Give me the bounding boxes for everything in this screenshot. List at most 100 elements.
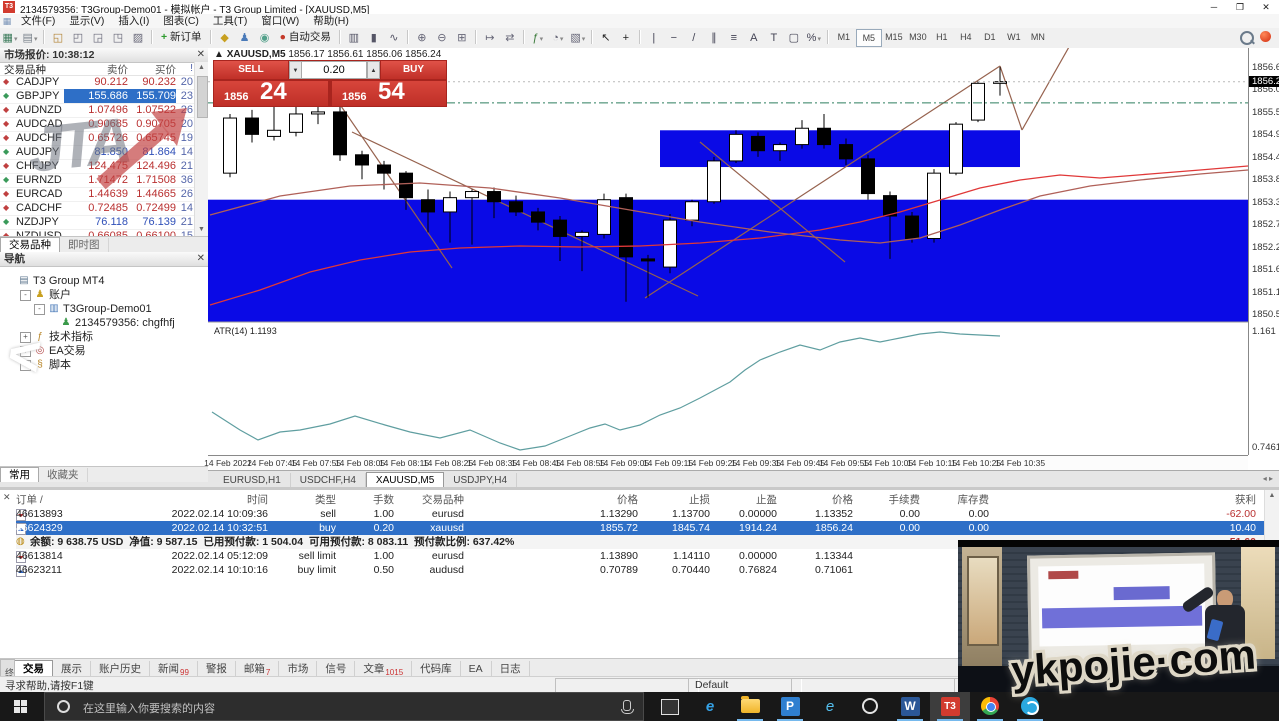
menu-item-3[interactable]: 图表(C) <box>156 14 206 28</box>
market-watch-row-GBPJPY[interactable]: ◆GBPJPY155.686155.70923 <box>0 89 194 104</box>
horizontal-line-button[interactable]: − <box>664 29 684 47</box>
signals-button[interactable]: ◉ <box>255 29 275 47</box>
terminal-tab-代码库[interactable]: 代码库 <box>412 661 461 677</box>
timeframe-MN[interactable]: MN <box>1026 29 1050 45</box>
market-watch-row-CADCHF[interactable]: ◆CADCHF0.724850.7249914 <box>0 201 194 216</box>
price-chart[interactable]: ATR(14) 1.1193 <box>208 48 1248 455</box>
order-row-46613893[interactable]: 466138932022.02.14 10:09:36sell1.00eurus… <box>16 507 1278 521</box>
taskbar-app-task-view[interactable] <box>650 692 690 721</box>
volume-input[interactable]: 0.20 <box>301 61 367 79</box>
terminal-tab-EA[interactable]: EA <box>461 661 492 677</box>
nav-item-1[interactable]: -♟账户 <box>20 288 71 302</box>
trendline-button[interactable]: / <box>684 29 704 47</box>
notification-icon[interactable] <box>1260 31 1271 42</box>
market-watch-row-AUDCAD[interactable]: ◆AUDCAD0.906850.9070520 <box>0 117 194 132</box>
terminal-tab-交易[interactable]: 交易 <box>14 660 53 677</box>
cursor-button[interactable]: ↖ <box>596 29 616 47</box>
templates-button[interactable]: ▧ <box>568 29 588 47</box>
expander-icon[interactable]: - <box>34 304 45 315</box>
taskbar-search[interactable]: 在这里输入你要搜索的内容 <box>44 692 644 721</box>
terminal-tab-文章[interactable]: 文章1015 <box>355 661 412 677</box>
chart-area[interactable]: ▲ XAUUSD,M5 1856.17 1856.61 1856.06 1856… <box>208 48 1279 470</box>
market-watch-close-icon[interactable]: ✕ <box>197 48 205 62</box>
chart-tab-EURUSD-H1[interactable]: EURUSD,H1 <box>214 473 291 488</box>
navigator-close-icon[interactable]: ✕ <box>197 252 205 266</box>
chart-shift-button[interactable]: ⇄ <box>500 29 520 47</box>
profiles-button[interactable]: ▤ <box>20 29 40 47</box>
text-button[interactable]: A <box>744 29 764 47</box>
status-profile[interactable]: Default <box>688 678 802 693</box>
navigator-tab-1[interactable]: 收藏夹 <box>39 468 88 482</box>
menu-item-5[interactable]: 窗口(W) <box>254 14 306 28</box>
market-watch-row-NZDJPY[interactable]: ◆NZDJPY76.11876.13921 <box>0 215 194 230</box>
arrows-button[interactable]: % <box>804 29 824 47</box>
menu-item-2[interactable]: 插入(I) <box>111 14 156 28</box>
market-watch-row-EURCAD[interactable]: ◆EURCAD1.446391.4466526 <box>0 187 194 202</box>
periods-button[interactable]: ◔ <box>548 29 568 47</box>
terminal-tab-警报[interactable]: 警报 <box>198 661 236 677</box>
new-order-button[interactable]: + 新订单 <box>157 29 206 45</box>
crosshair-button[interactable]: + <box>616 29 636 47</box>
market-watch-tab-1[interactable]: 即时图 <box>60 238 109 252</box>
market-watch-row-AUDCHF[interactable]: ◆AUDCHF0.657260.6574519 <box>0 131 194 146</box>
order-row-46624329[interactable]: 466243292022.02.14 10:32:51buy0.20xauusd… <box>16 521 1278 535</box>
market-watch-row-NZDUSD[interactable]: ◆NZDUSD0.660850.6610015 <box>0 229 194 236</box>
terminal-tab-日志[interactable]: 日志 <box>492 661 530 677</box>
sell-price-tile[interactable]: 1856 24 <box>214 81 328 106</box>
taskbar-app-internet-explorer[interactable]: e <box>810 692 850 721</box>
chart-tab-scroll-arrows[interactable]: ◂ ▸ <box>1263 474 1273 483</box>
tile-windows-button[interactable]: ⊞ <box>452 29 472 47</box>
menu-item-1[interactable]: 显示(V) <box>62 14 111 28</box>
market-watch-row-AUDJPY[interactable]: ◆AUDJPY81.85081.86414 <box>0 145 194 160</box>
taskbar-app-file-explorer[interactable] <box>730 692 770 721</box>
shapes-button[interactable]: ▢ <box>784 29 804 47</box>
menu-item-4[interactable]: 工具(T) <box>206 14 254 28</box>
taskbar-app-q-app[interactable] <box>850 692 890 721</box>
taskbar-app-word[interactable]: W <box>890 692 930 721</box>
vertical-line-button[interactable]: | <box>644 29 664 47</box>
terminal-tab-新闻[interactable]: 新闻99 <box>150 661 198 677</box>
chart-tab-XAUUSD-M5[interactable]: XAUUSD,M5 <box>366 472 444 488</box>
market-watch-tab-0[interactable]: 交易品种 <box>0 237 60 252</box>
nav-item-3[interactable]: ♟2134579356: chgfhfj <box>48 316 175 330</box>
timeframe-H1[interactable]: H1 <box>930 29 954 45</box>
menu-item-6[interactable]: 帮助(H) <box>306 14 356 28</box>
terminal-close-icon[interactable]: ✕ <box>3 492 11 503</box>
timeframe-M5[interactable]: M5 <box>856 29 882 47</box>
timeframe-M30[interactable]: M30 <box>906 29 930 45</box>
taskbar-app-t3-terminal[interactable]: T3 <box>930 692 970 721</box>
candles-button[interactable]: ▮ <box>364 29 384 47</box>
timeframe-M15[interactable]: M15 <box>882 29 906 45</box>
terminal-tab-信号[interactable]: 信号 <box>317 661 355 677</box>
terminal-button[interactable]: ◳ <box>108 29 128 47</box>
zoom-out-button[interactable]: ⊖ <box>432 29 452 47</box>
menu-item-0[interactable]: 文件(F) <box>14 14 62 28</box>
new-chart-button[interactable]: ▦ <box>0 29 20 47</box>
timeframe-W1[interactable]: W1 <box>1002 29 1026 45</box>
label-button[interactable]: T <box>764 29 784 47</box>
community-button[interactable]: ♟ <box>235 29 255 47</box>
timeframe-D1[interactable]: D1 <box>978 29 1002 45</box>
close-button[interactable]: ✕ <box>1253 0 1279 14</box>
terminal-tab-市场[interactable]: 市场 <box>279 661 317 677</box>
metaeditor-button[interactable]: ◆ <box>215 29 235 47</box>
taskbar-app-edge[interactable]: e <box>690 692 730 721</box>
timeframe-M1[interactable]: M1 <box>832 29 856 45</box>
terminal-tab-账户历史[interactable]: 账户历史 <box>91 661 150 677</box>
market-watch-row-EURNZD[interactable]: ◆EURNZD1.714721.7150836 <box>0 173 194 188</box>
market-watch-button[interactable]: ◱ <box>48 29 68 47</box>
chart-tab-USDJPY-H4[interactable]: USDJPY,H4 <box>444 473 517 488</box>
navigator-tab-0[interactable]: 常用 <box>0 467 39 482</box>
volume-up-button[interactable]: ▲ <box>367 61 380 79</box>
search-icon[interactable] <box>1240 31 1254 45</box>
minimize-button[interactable]: ─ <box>1201 0 1227 14</box>
terminal-tab-邮箱[interactable]: 邮箱7 <box>236 661 279 677</box>
microphone-icon[interactable] <box>623 700 631 711</box>
one-click-toggle-icon[interactable]: ▲ <box>214 49 224 60</box>
navigator-button[interactable]: ◲ <box>88 29 108 47</box>
strategy-tester-button[interactable]: ▨ <box>128 29 148 47</box>
auto-scroll-button[interactable]: ↦ <box>480 29 500 47</box>
market-watch-row-CHFJPY[interactable]: ◆CHFJPY124.475124.49621 <box>0 159 194 174</box>
nav-item-2[interactable]: -▥T3Group-Demo01 <box>34 302 152 316</box>
channel-button[interactable]: ∥ <box>704 29 724 47</box>
